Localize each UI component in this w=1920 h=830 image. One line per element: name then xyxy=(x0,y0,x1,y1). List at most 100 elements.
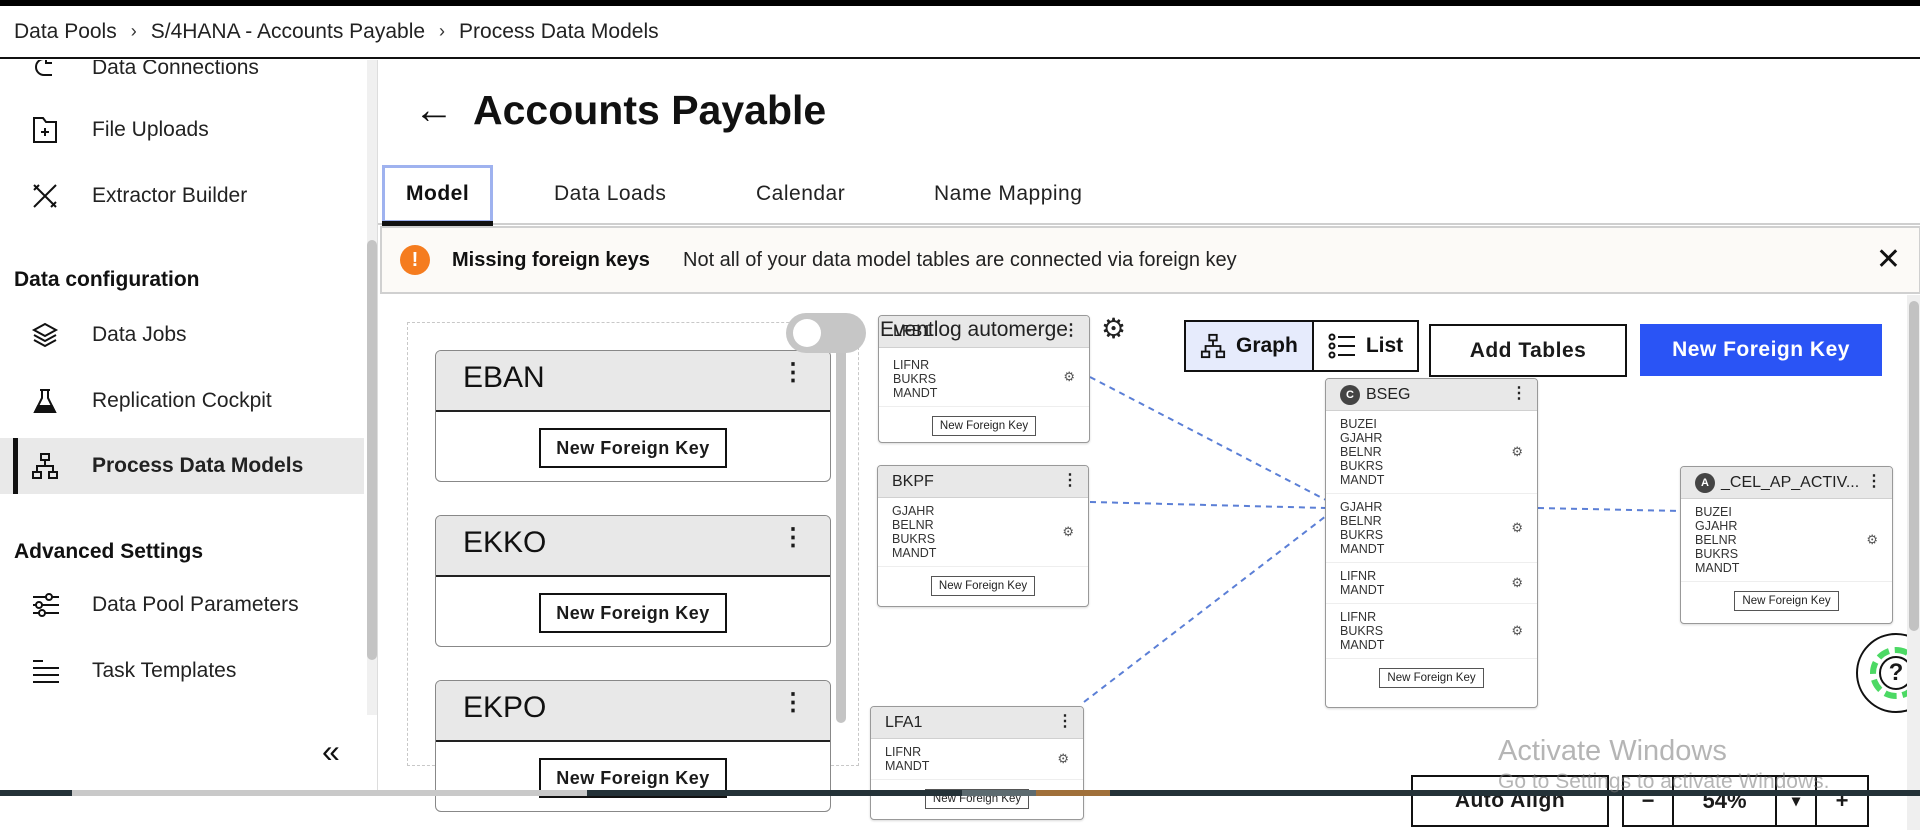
connection-lfb1-bseg xyxy=(1089,376,1327,501)
taskbar-app[interactable] xyxy=(1036,790,1110,796)
gear-icon[interactable]: ⚙ xyxy=(1511,521,1523,535)
taskbar-search[interactable] xyxy=(72,790,587,796)
gear-icon[interactable]: ⚙ xyxy=(1511,445,1523,459)
table-card-eban[interactable]: EBAN ⋮ New Foreign Key xyxy=(435,350,831,482)
list-view-button[interactable]: List xyxy=(1314,322,1417,370)
close-icon[interactable]: ✕ xyxy=(1876,245,1901,275)
sidebar-item-label: Data Pool Parameters xyxy=(92,593,299,616)
new-foreign-key-button[interactable]: New Foreign Key xyxy=(1734,591,1839,611)
key-field: LIFNR xyxy=(1340,569,1377,583)
key-group[interactable]: LIFNR MANDT ⚙ xyxy=(1326,563,1537,604)
canvas-scrollbar-thumb[interactable] xyxy=(1909,301,1919,631)
key-group[interactable]: LIFNR MANDT ⚙ xyxy=(871,739,1083,780)
table-card-lfa1[interactable]: LFA1 ⋮ LIFNR MANDT ⚙ New Foreign Key xyxy=(870,706,1084,820)
warning-icon: ! xyxy=(400,245,430,275)
breadcrumb: Data Pools › S/4HANA - Accounts Payable … xyxy=(0,6,1920,59)
kebab-menu-icon[interactable]: ⋮ xyxy=(781,691,805,715)
zoom-level[interactable]: 54% xyxy=(1674,777,1777,825)
key-list: LIFNR BUKRS MANDT xyxy=(1340,610,1523,652)
table-card-bkpf[interactable]: BKPF ⋮ GJAHR BELNR BUKRS MANDT ⚙ New Foreign … xyxy=(877,465,1089,607)
key-field: MANDT xyxy=(893,386,938,400)
tab-model[interactable]: Model xyxy=(382,165,494,226)
key-field: BUKRS xyxy=(893,372,937,386)
kebab-menu-icon[interactable]: ⋮ xyxy=(1511,383,1527,403)
gear-icon[interactable]: ⚙ xyxy=(1062,525,1074,539)
key-group[interactable]: GJAHR BELNR BUKRS MANDT ⚙ xyxy=(1326,494,1537,563)
gear-icon[interactable]: ⚙ xyxy=(1057,752,1069,766)
key-field: MANDT xyxy=(1695,561,1740,575)
tab-calendar[interactable]: Calendar xyxy=(756,165,845,223)
list-view-label: List xyxy=(1365,334,1404,357)
key-field: BELNR xyxy=(1340,445,1382,459)
model-canvas[interactable]: EBAN ⋮ New Foreign Key EKKO ⋮ New Foreign … xyxy=(378,295,1920,830)
sidebar-item-replication-cockpit[interactable]: Replication Cockpit xyxy=(0,373,364,429)
zoom-control: − 54% ▾ + xyxy=(1622,775,1869,827)
breadcrumb-data-pools[interactable]: Data Pools xyxy=(14,20,117,44)
kebab-menu-icon[interactable]: ⋮ xyxy=(1866,471,1882,491)
taskbar-app[interactable] xyxy=(962,790,1036,796)
new-foreign-key-button[interactable]: New Foreign Key xyxy=(931,416,1037,436)
add-tables-button[interactable]: Add Tables xyxy=(1429,324,1627,377)
sidebar-item-extractor-builder[interactable]: Extractor Builder xyxy=(0,168,364,224)
new-foreign-key-button[interactable]: New Foreign Key xyxy=(930,576,1036,596)
eventlog-automerge-toggle[interactable] xyxy=(786,313,866,353)
collapse-sidebar-icon[interactable]: « xyxy=(322,735,340,767)
sidebar-item-file-uploads[interactable]: File Uploads xyxy=(0,102,364,158)
data-connections-icon xyxy=(30,60,60,83)
key-list: GJAHR BELNR BUKRS MANDT xyxy=(892,504,1074,560)
sidebar-item-task-templates[interactable]: Task Templates xyxy=(0,643,364,699)
zoom-out-button[interactable]: − xyxy=(1624,777,1674,825)
kebab-menu-icon[interactable]: ⋮ xyxy=(781,526,805,550)
activity-table-badge: A xyxy=(1695,472,1715,493)
back-arrow-icon[interactable]: ← xyxy=(414,90,454,130)
table-card-bseg[interactable]: C BSEG ⋮ BUZEI GJAHR BELNR BUKRS MANDT ⚙ GJAHR B… xyxy=(1325,378,1538,708)
key-group[interactable]: GJAHR BELNR BUKRS MANDT ⚙ xyxy=(878,498,1088,567)
graph-view-button[interactable]: Graph xyxy=(1186,322,1314,370)
sidebar-item-label: Replication Cockpit xyxy=(92,389,272,412)
gear-icon[interactable]: ⚙ xyxy=(1866,533,1878,547)
missing-foreign-keys-banner: ! Missing foreign keys Not all of your d… xyxy=(380,226,1920,294)
breadcrumb-current: Process Data Models xyxy=(459,19,659,43)
tab-data-loads[interactable]: Data Loads xyxy=(554,165,666,223)
key-field: BUKRS xyxy=(1340,624,1384,638)
table-name: BKPF xyxy=(892,472,934,490)
banner-message: Not all of your data model tables are co… xyxy=(683,248,1237,271)
gear-icon[interactable]: ⚙ xyxy=(1101,315,1126,343)
sidebar-item-data-pool-parameters[interactable]: Data Pool Parameters xyxy=(0,577,364,633)
sidebar-scrollbar-thumb[interactable] xyxy=(367,240,377,660)
key-group[interactable]: BUZEI GJAHR BELNR BUKRS MANDT ⚙ xyxy=(1326,411,1537,494)
tab-name-mapping[interactable]: Name Mapping xyxy=(934,165,1082,223)
sidebar-item-data-jobs[interactable]: Data Jobs xyxy=(0,307,364,363)
breadcrumb-data-pool[interactable]: S/4HANA - Accounts Payable xyxy=(151,20,425,44)
new-foreign-key-button[interactable]: New Foreign Key xyxy=(1379,668,1484,688)
key-list: LIFNR MANDT xyxy=(1340,569,1523,597)
key-group[interactable]: LIFNR BUKRS MANDT ⚙ xyxy=(1326,604,1537,659)
new-foreign-key-button[interactable]: New Foreign Key xyxy=(539,593,727,633)
new-foreign-key-primary-button[interactable]: New Foreign Key xyxy=(1640,324,1882,376)
key-field: GJAHR xyxy=(1340,500,1383,514)
table-card-ekko[interactable]: EKKO ⋮ New Foreign Key xyxy=(435,515,831,647)
gear-icon[interactable]: ⚙ xyxy=(1511,624,1523,638)
kebab-menu-icon[interactable]: ⋮ xyxy=(781,361,805,385)
zoom-in-button[interactable]: + xyxy=(1817,777,1867,825)
auto-align-button[interactable]: Auto Align xyxy=(1411,775,1609,827)
kebab-menu-icon[interactable]: ⋮ xyxy=(1062,470,1078,490)
os-taskbar xyxy=(0,790,1920,796)
connection-bkpf-bseg xyxy=(1089,501,1327,509)
key-group[interactable]: LIFNR BUKRS MANDT ⚙ xyxy=(879,348,1089,407)
zoom-dropdown-icon[interactable]: ▾ xyxy=(1777,777,1817,825)
gear-icon[interactable]: ⚙ xyxy=(1063,370,1075,384)
key-field: BUKRS xyxy=(1695,547,1739,561)
sidebar-scrollbar[interactable] xyxy=(367,60,377,715)
tab-bar: Model Data Loads Calendar Name Mapping xyxy=(378,165,1920,226)
canvas-scrollbar[interactable] xyxy=(1907,295,1920,830)
table-card-cel-ap-activities[interactable]: A _CEL_AP_ACTIV... ⋮ BUZEI GJAHR BELNR BUKRS M… xyxy=(1680,466,1893,624)
sidebar-item-process-data-models[interactable]: Process Data Models xyxy=(0,438,364,494)
key-field: MANDT xyxy=(1340,473,1385,487)
kebab-menu-icon[interactable]: ⋮ xyxy=(1057,711,1073,731)
key-group[interactable]: BUZEI GJAHR BELNR BUKRS MANDT ⚙ xyxy=(1681,499,1892,582)
new-foreign-key-button[interactable]: New Foreign Key xyxy=(539,428,727,468)
sidebar-item-data-connections[interactable]: Data Connections xyxy=(0,60,364,96)
gear-icon[interactable]: ⚙ xyxy=(1511,576,1523,590)
lane-scrollbar[interactable] xyxy=(836,325,846,723)
